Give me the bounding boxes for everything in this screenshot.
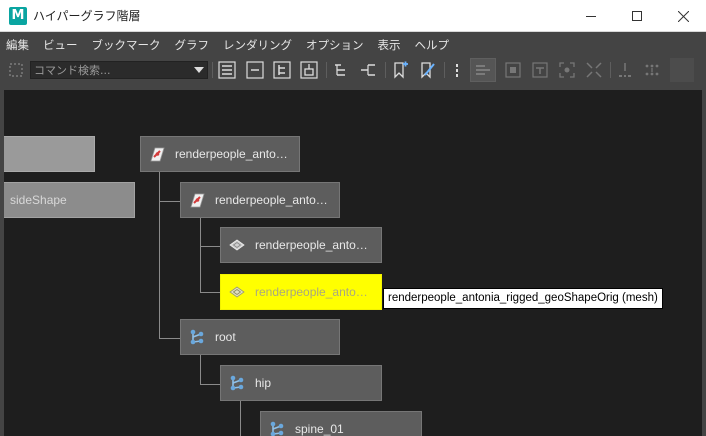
graph-node-joint[interactable]: spine_01 — [260, 411, 422, 436]
connector-line — [240, 400, 241, 436]
select-hierarchy-icon[interactable] — [615, 60, 635, 80]
hypergraph-view[interactable]: sideShape renderpeople_anto… renderpeopl… — [4, 90, 702, 436]
add-bookmark-icon[interactable] — [390, 60, 410, 80]
collapse-icon[interactable] — [245, 60, 265, 80]
menu-bookmarks[interactable]: ブックマーク — [92, 37, 161, 53]
maya-app-icon: M — [9, 7, 27, 25]
joint-icon — [188, 328, 206, 346]
node-label: spine_01 — [295, 422, 344, 436]
menu-view[interactable]: ビュー — [43, 37, 78, 53]
node-tooltip: renderpeople_antonia_rigged_geoShapeOrig… — [383, 288, 663, 309]
connector-line — [200, 246, 221, 247]
connector-line — [200, 292, 221, 293]
dotted-grid-icon[interactable] — [642, 60, 662, 80]
menu-help[interactable]: ヘルプ — [415, 37, 450, 53]
edit-bookmark-icon[interactable] — [417, 60, 437, 80]
node-label: renderpeople_anto… — [255, 238, 368, 252]
close-icon — [677, 10, 689, 22]
node-label: renderpeople_anto… — [215, 193, 328, 207]
close-button[interactable] — [660, 0, 706, 32]
vertical-dots-icon[interactable] — [447, 60, 467, 80]
node-label: renderpeople_anto… — [255, 285, 368, 299]
minimize-icon — [586, 16, 596, 17]
node-label: renderpeople_anto… — [175, 147, 288, 161]
toolbar-separator — [610, 62, 611, 78]
toolbar-separator — [212, 62, 213, 78]
graph-node-joint[interactable]: root — [180, 319, 340, 355]
expand-all-icon[interactable] — [272, 60, 292, 80]
graph-node-mesh[interactable]: renderpeople_anto… — [220, 227, 382, 263]
transform-icon — [188, 191, 206, 209]
mesh-icon — [228, 236, 246, 254]
joint-icon — [268, 420, 286, 436]
toolbar-separator — [444, 62, 445, 78]
graph-node-transform[interactable]: renderpeople_anto… — [140, 136, 300, 172]
toolbar-grip-icon[interactable] — [6, 60, 26, 80]
node-label: sideShape — [10, 193, 67, 207]
input-output-connections-icon[interactable] — [470, 58, 496, 82]
chevron-down-icon[interactable] — [194, 67, 204, 73]
menu-options[interactable]: オプション — [306, 37, 364, 53]
menu-bar: 編集 ビュー ブックマーク グラフ レンダリング オプション 表示 ヘルプ — [0, 33, 706, 56]
frame-branch-icon[interactable] — [299, 60, 319, 80]
minimize-button[interactable] — [568, 0, 614, 32]
connector-line — [200, 354, 201, 384]
graph-layout-icon[interactable] — [358, 60, 378, 80]
extra-option-button[interactable] — [670, 58, 694, 82]
graph-node-transform[interactable]: renderpeople_anto… — [180, 182, 340, 218]
graph-node[interactable] — [4, 136, 95, 172]
menu-rendering[interactable]: レンダリング — [223, 37, 292, 53]
graph-node-mesh-selected[interactable]: renderpeople_anto… — [220, 274, 382, 310]
maximize-icon — [632, 11, 642, 21]
node-label: root — [215, 330, 236, 344]
window-border — [702, 90, 706, 436]
connector-line — [159, 338, 181, 339]
menu-edit[interactable]: 編集 — [6, 37, 29, 53]
dependency-graph-icon[interactable] — [530, 60, 550, 80]
node-label: hip — [255, 376, 272, 390]
command-search-input[interactable] — [34, 63, 189, 77]
connector-line — [159, 201, 181, 202]
window-title: ハイパーグラフ階層 — [33, 9, 141, 23]
joint-icon — [228, 374, 246, 392]
frame-all-icon[interactable] — [584, 60, 604, 80]
command-search[interactable] — [30, 61, 208, 79]
frame-selection-icon[interactable] — [557, 60, 577, 80]
connector-line — [159, 172, 160, 338]
menu-show[interactable]: 表示 — [378, 37, 401, 53]
maximize-button[interactable] — [614, 0, 660, 32]
scene-hierarchy-icon[interactable] — [503, 60, 523, 80]
menu-graph[interactable]: グラフ — [175, 37, 210, 53]
transform-icon — [148, 145, 166, 163]
graph-node[interactable]: sideShape — [4, 182, 135, 218]
toolbar-separator — [326, 62, 327, 78]
tree-layout-icon[interactable] — [331, 60, 351, 80]
connector-line — [200, 384, 221, 385]
title-bar: M ハイパーグラフ階層 — [0, 0, 706, 32]
connector-line — [200, 217, 201, 293]
toolbar-separator — [385, 62, 386, 78]
mesh-icon — [228, 283, 246, 301]
hypergraph-window: M ハイパーグラフ階層 編集 ビュー ブックマーク グラフ レンダリング オプシ… — [0, 0, 706, 436]
graph-node-joint[interactable]: hip — [220, 365, 382, 401]
hierarchy-list-icon[interactable] — [217, 60, 237, 80]
